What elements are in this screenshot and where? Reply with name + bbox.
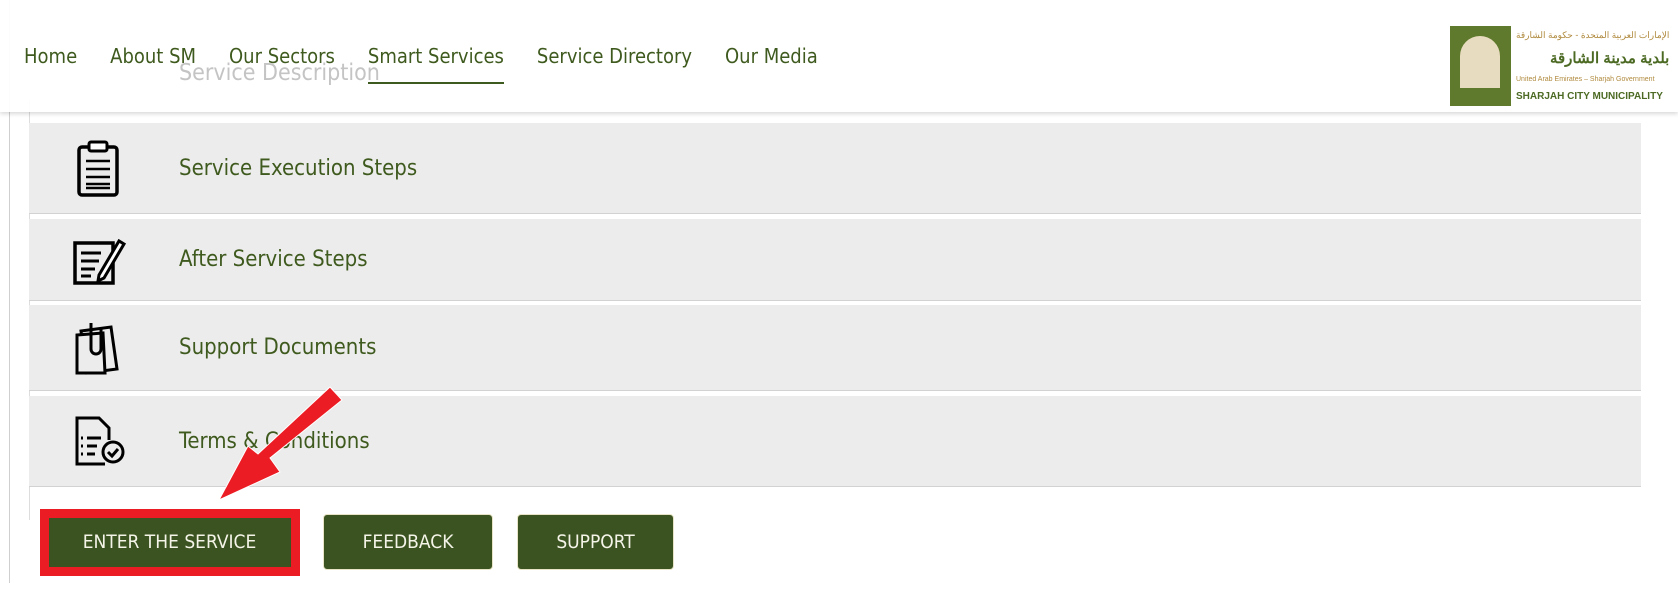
- red-arrow-annotation: [217, 386, 343, 502]
